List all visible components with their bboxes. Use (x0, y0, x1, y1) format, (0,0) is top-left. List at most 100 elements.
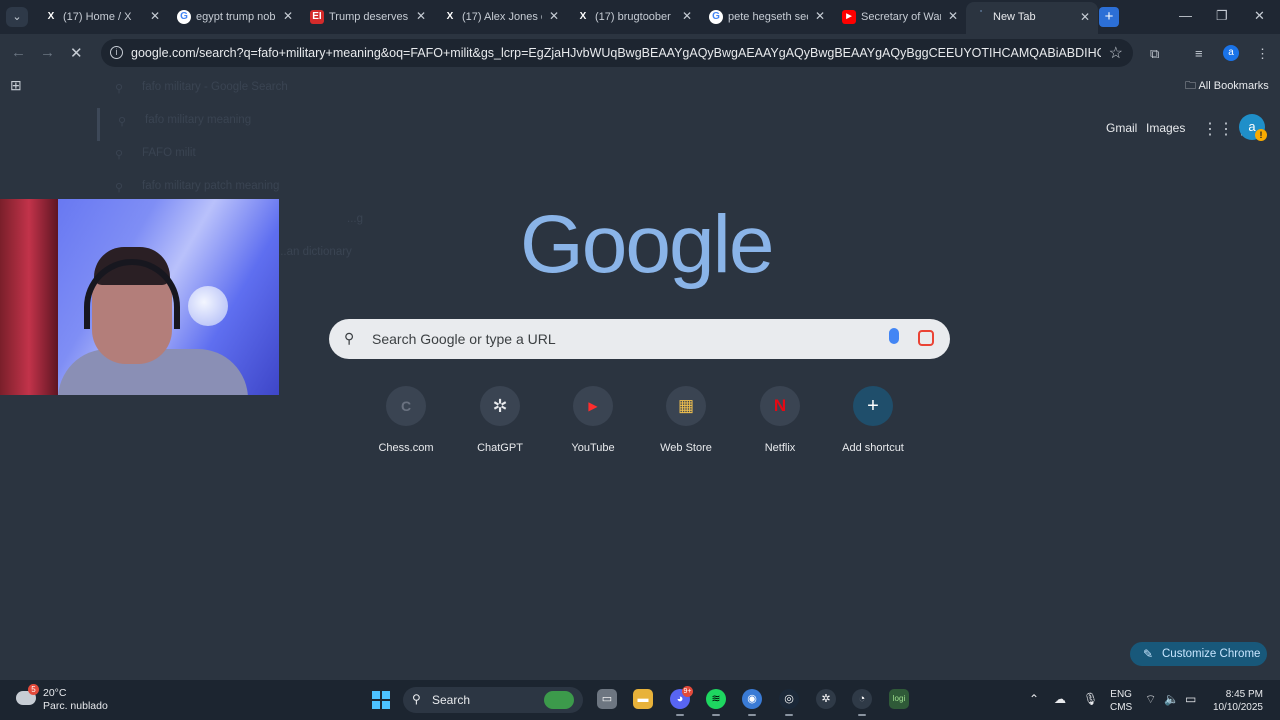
shortcut-chess-com[interactable]: C Chess.com (366, 386, 446, 454)
customize-chrome-button[interactable]: ✎ Customize Chrome (1130, 642, 1267, 666)
google-g-icon: G (709, 10, 723, 24)
suggestion-text: fafo military patch meaning (142, 180, 280, 192)
chess-com-icon: C (400, 398, 412, 414)
chevron-up-icon[interactable]: ⌃ (1029, 692, 1039, 706)
steam-icon[interactable]: ◎ (779, 689, 799, 716)
search-highlight-icon (544, 691, 574, 709)
forward-button[interactable]: → (40, 44, 55, 61)
new-tab-button[interactable]: + (1099, 7, 1119, 27)
weather-badge: 5 (28, 684, 39, 695)
tab-egypt-trump[interactable]: G egypt trump nobel ✕ (169, 4, 301, 30)
file-explorer-icon[interactable]: ▬ (633, 689, 653, 709)
close-icon[interactable]: ✕ (1080, 10, 1090, 24)
steelseries-icon[interactable]: ✲ (816, 689, 836, 709)
x-logo-icon: X (579, 11, 587, 22)
language-indicator[interactable]: ENG CMS (1110, 688, 1132, 714)
tab-home-x[interactable]: X (17) Home / X ✕ (36, 4, 168, 30)
shortcut-add[interactable]: + Add shortcut (833, 386, 913, 454)
address-bar[interactable]: i google.com/search?q=fafo+military+mean… (101, 39, 1133, 67)
gmail-link[interactable]: Gmail (1106, 121, 1137, 135)
shortcut-netflix[interactable]: N Netflix (740, 386, 820, 454)
search-icon: ⚲ (115, 149, 124, 161)
google-logo: Google (520, 199, 774, 290)
plus-icon: + (867, 395, 879, 417)
search-icon: ⚲ (412, 692, 421, 706)
shortcut-chatgpt[interactable]: ✲ ChatGPT (460, 386, 540, 454)
shortcut-label: Web Store (660, 442, 712, 454)
close-window-button[interactable]: ✕ (1254, 8, 1265, 24)
shortcut-web-store[interactable]: ▦ Web Store (646, 386, 726, 454)
bookmark-star-icon[interactable]: ☆ (1109, 43, 1123, 63)
menu-kebab-icon[interactable]: ⋮ (1256, 46, 1269, 62)
search-box[interactable]: ⚲ Search Google or type a URL (329, 319, 950, 359)
webcam-overlay (0, 199, 279, 395)
suggestion-text: ...an dictionary (277, 246, 352, 258)
url-text[interactable]: google.com/search?q=fafo+military+meanin… (131, 46, 1101, 60)
close-icon[interactable]: ✕ (682, 9, 692, 23)
tab-secretary-of-war[interactable]: ▶ Secretary of War ✕ (834, 4, 966, 30)
pencil-icon: ✎ (1143, 647, 1154, 661)
apps-grid-icon[interactable]: ⊞ (10, 77, 22, 94)
all-bookmarks-button[interactable]: 🗀 All Bookmarks (1185, 77, 1269, 96)
shortcut-youtube[interactable]: ▶ YouTube (553, 386, 633, 454)
minimize-button[interactable]: — (1179, 8, 1192, 23)
close-icon[interactable]: ✕ (948, 9, 958, 23)
close-icon[interactable]: ✕ (283, 9, 293, 23)
chrome-icon[interactable]: ◉ (742, 689, 762, 716)
tab-label: Trump deserves (329, 11, 409, 23)
discord-badge: 9+ (682, 686, 693, 697)
tab-brugtoober[interactable]: X (17) brugtoober ✕ (568, 4, 700, 30)
tab-search-button[interactable]: ⌄ (6, 7, 28, 27)
stop-loading-button[interactable]: ✕ (70, 44, 83, 62)
suggestion-text: fafo military - Google Search (142, 81, 288, 93)
suggestion-item[interactable]: ⚲ fafo military - Google Search (97, 75, 397, 108)
onedrive-icon[interactable]: ☁ (1054, 692, 1066, 706)
youtube-icon: ▶ (588, 399, 598, 413)
suggestion-item[interactable]: ⚲ FAFO milit (97, 141, 397, 174)
close-icon[interactable]: ✕ (549, 9, 559, 23)
chatgpt-icon: ✲ (492, 396, 508, 416)
tab-label: Secretary of War (861, 11, 941, 23)
volume-icon[interactable]: 🔈 (1164, 692, 1179, 706)
suggestion-text: ...g (347, 213, 363, 225)
search-icon: ⚲ (115, 182, 124, 194)
task-view-icon[interactable]: ▭ (597, 689, 617, 709)
spotify-icon[interactable]: ≋ (706, 689, 726, 716)
tab-pete-hegseth[interactable]: G pete hegseth sec ✕ (701, 4, 833, 30)
ei-logo-icon: EI (310, 10, 324, 24)
tab-label: egypt trump nobel (196, 11, 276, 23)
google-lens-icon[interactable] (918, 330, 934, 346)
tab-trump-deserves[interactable]: EI Trump deserves ✕ (302, 4, 434, 30)
suggestion-item[interactable]: ⚲ fafo military meaning (97, 108, 397, 141)
microphone-icon[interactable]: 🎙 (1083, 692, 1098, 706)
taskbar-search[interactable]: ⚲ Search (403, 687, 583, 713)
close-icon[interactable]: ✕ (416, 9, 426, 23)
media-controls-icon[interactable]: ≡ (1195, 46, 1203, 61)
wifi-icon[interactable]: ⌔ (1145, 692, 1156, 707)
search-placeholder[interactable]: Search Google or type a URL (372, 331, 556, 347)
clock-date: 10/10/2025 (1212, 702, 1263, 713)
restore-button[interactable]: ❐ (1216, 8, 1228, 24)
shortcut-label: ChatGPT (477, 442, 523, 454)
system-clock[interactable]: 8:45 PM 10/10/2025 (1211, 688, 1263, 714)
profile-avatar[interactable]: a (1223, 45, 1239, 61)
battery-icon[interactable]: ▭ (1185, 692, 1196, 706)
shortcut-label: Chess.com (378, 442, 434, 454)
logi-icon[interactable]: logi (889, 689, 909, 709)
images-link[interactable]: Images (1146, 121, 1185, 135)
extensions-icon[interactable]: ⧉ (1150, 46, 1159, 62)
close-icon[interactable]: ✕ (150, 9, 160, 23)
close-icon[interactable]: ✕ (815, 9, 825, 23)
start-button[interactable] (372, 691, 390, 709)
site-info-icon[interactable]: i (110, 46, 123, 59)
tab-new-tab[interactable]: ˙ New Tab ✕ (966, 2, 1098, 34)
tab-alex-jones[interactable]: X (17) Alex Jones on ✕ (435, 4, 567, 30)
shortcut-label: Add shortcut (842, 442, 904, 454)
tab-strip: ⌄ X (17) Home / X ✕ G egypt trump nobel … (0, 0, 1280, 34)
clock-time: 8:45 PM (1225, 689, 1263, 700)
folder-icon: 🗀 (1185, 80, 1199, 92)
shortcut-label: YouTube (571, 442, 615, 454)
microphone-icon[interactable] (889, 328, 899, 344)
back-button[interactable]: ← (11, 44, 26, 61)
obs-icon[interactable]: ◔ (852, 689, 872, 716)
